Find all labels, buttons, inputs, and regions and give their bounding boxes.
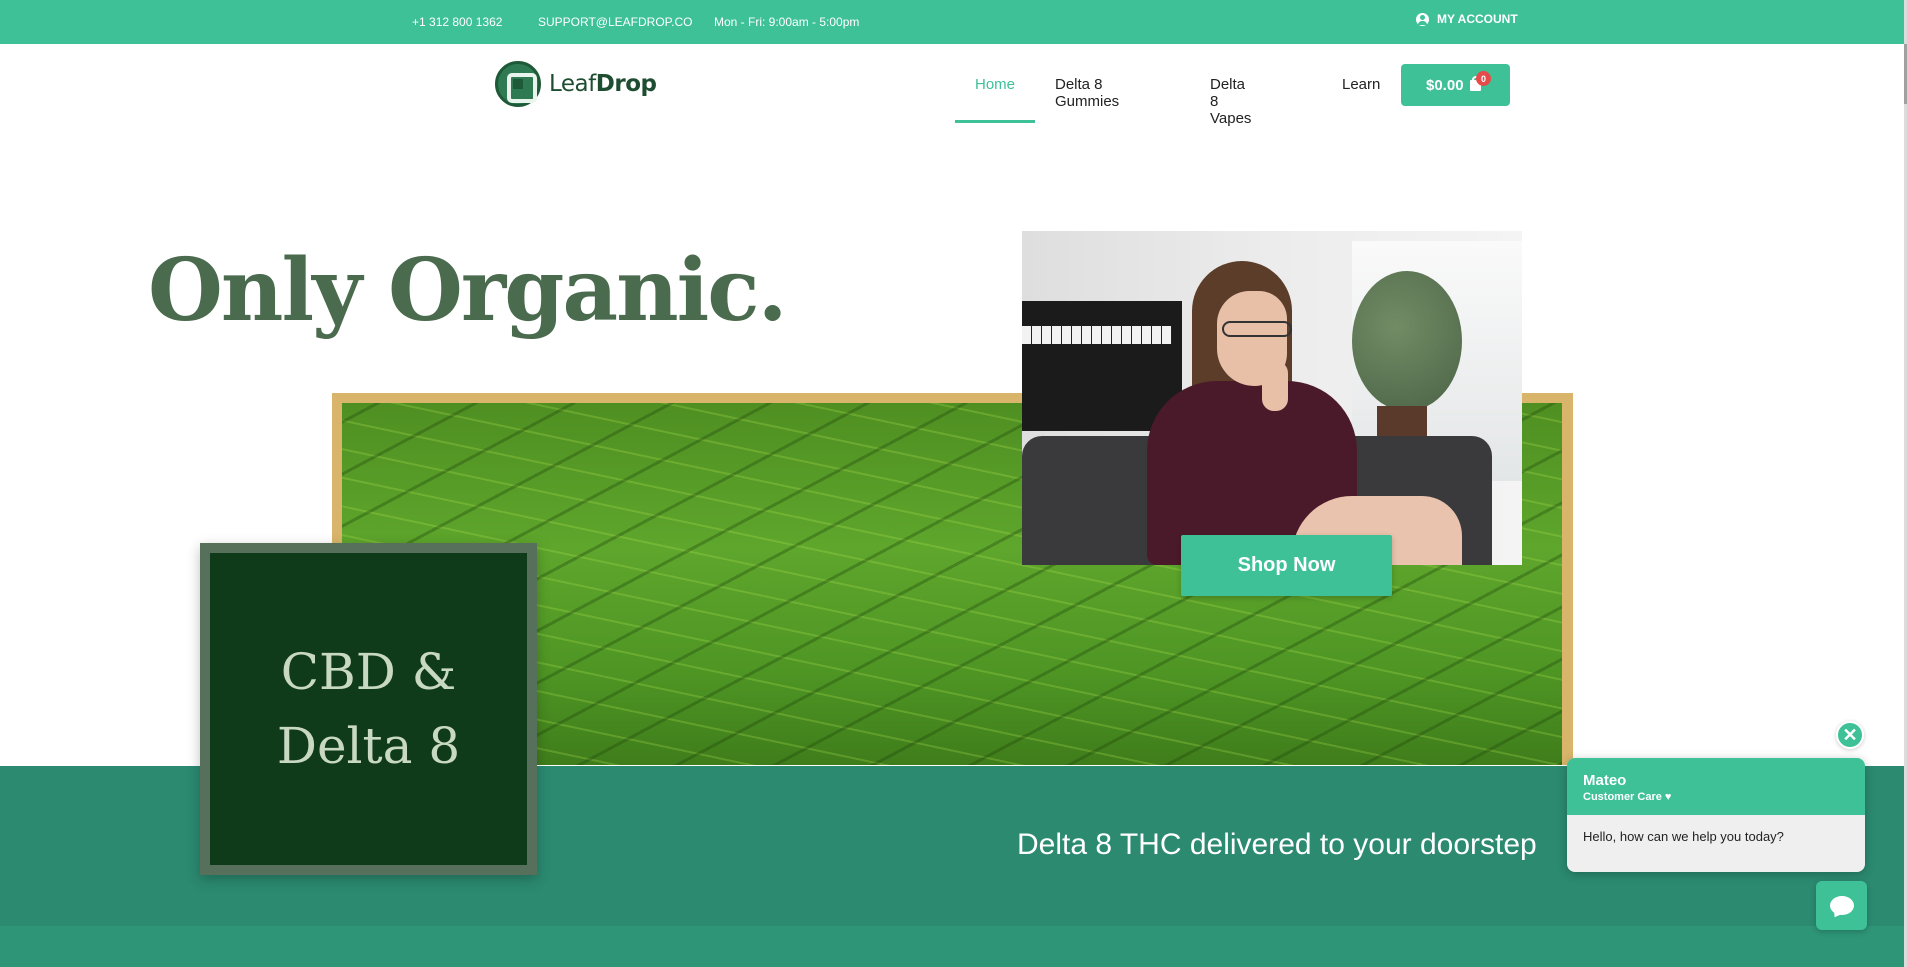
cart-count-badge: 0 — [1476, 71, 1491, 86]
chat-agent-role: Customer Care ♥ — [1583, 791, 1672, 803]
cart-total: $0.00 — [1426, 76, 1464, 94]
nav-delta-8-gummies[interactable]: Delta 8 Gummies — [1055, 76, 1119, 110]
nav-delta-8-vapes[interactable]: Delta 8 Vapes — [1210, 76, 1251, 127]
top-info-bar: +1 312 800 1362 SUPPORT@LEAFDROP.CO Mon … — [0, 0, 1907, 44]
cart-button[interactable]: $0.00 0 — [1401, 64, 1510, 106]
close-icon[interactable]: ✕ — [1836, 721, 1864, 749]
photo-glasses — [1222, 321, 1292, 337]
my-account-label: MY ACCOUNT — [1437, 12, 1518, 26]
active-nav-indicator — [955, 120, 1035, 123]
chat-popup[interactable]: Mateo Customer Care ♥ Hello, how can we … — [1567, 758, 1865, 872]
photo-hand — [1262, 361, 1288, 411]
logo[interactable]: LeafDrop — [495, 61, 657, 107]
cbd-box-line-1: CBD & — [280, 643, 457, 701]
cbd-delta-box-inner: CBD & Delta 8 — [210, 553, 527, 865]
nav-learn[interactable]: Learn — [1342, 76, 1380, 93]
cbd-box-line-2: Delta 8 — [276, 717, 461, 775]
woman-smoking-photo — [1022, 231, 1522, 565]
email-link[interactable]: SUPPORT@LEAFDROP.CO — [538, 15, 692, 29]
nav-home[interactable]: Home — [975, 76, 1015, 93]
logo-word-drop: Drop — [595, 71, 657, 97]
site-header: LeafDrop Home Delta 8 Gummies Delta 8 Va… — [0, 44, 1907, 127]
leaf-drop-logo-icon — [495, 61, 541, 107]
cbd-delta-box: CBD & Delta 8 — [200, 543, 537, 875]
chat-message: Hello, how can we help you today? — [1583, 829, 1784, 844]
chat-agent-name: Mateo — [1583, 772, 1627, 789]
photo-piano-keys — [1022, 326, 1172, 344]
shop-now-button[interactable]: Shop Now — [1181, 535, 1392, 596]
hero-tagline: Delta 8 THC delivered to your doorstep — [1017, 828, 1537, 861]
hero-headline: Only Organic. — [148, 240, 788, 341]
chat-bubble-icon — [1829, 896, 1854, 915]
business-hours: Mon - Fri: 9:00am - 5:00pm — [714, 15, 860, 29]
phone-link[interactable]: +1 312 800 1362 — [412, 15, 502, 29]
logo-text: LeafDrop — [549, 71, 657, 97]
user-circle-icon — [1416, 12, 1429, 26]
my-account-link[interactable]: MY ACCOUNT — [1416, 12, 1518, 26]
green-band-bottom — [0, 926, 1904, 967]
page: +1 312 800 1362 SUPPORT@LEAFDROP.CO Mon … — [0, 0, 1907, 967]
chat-launcher-button[interactable] — [1816, 881, 1867, 930]
logo-word-leaf: Leaf — [549, 71, 596, 97]
photo-plant — [1352, 271, 1462, 411]
chat-header: Mateo Customer Care ♥ — [1567, 758, 1865, 815]
